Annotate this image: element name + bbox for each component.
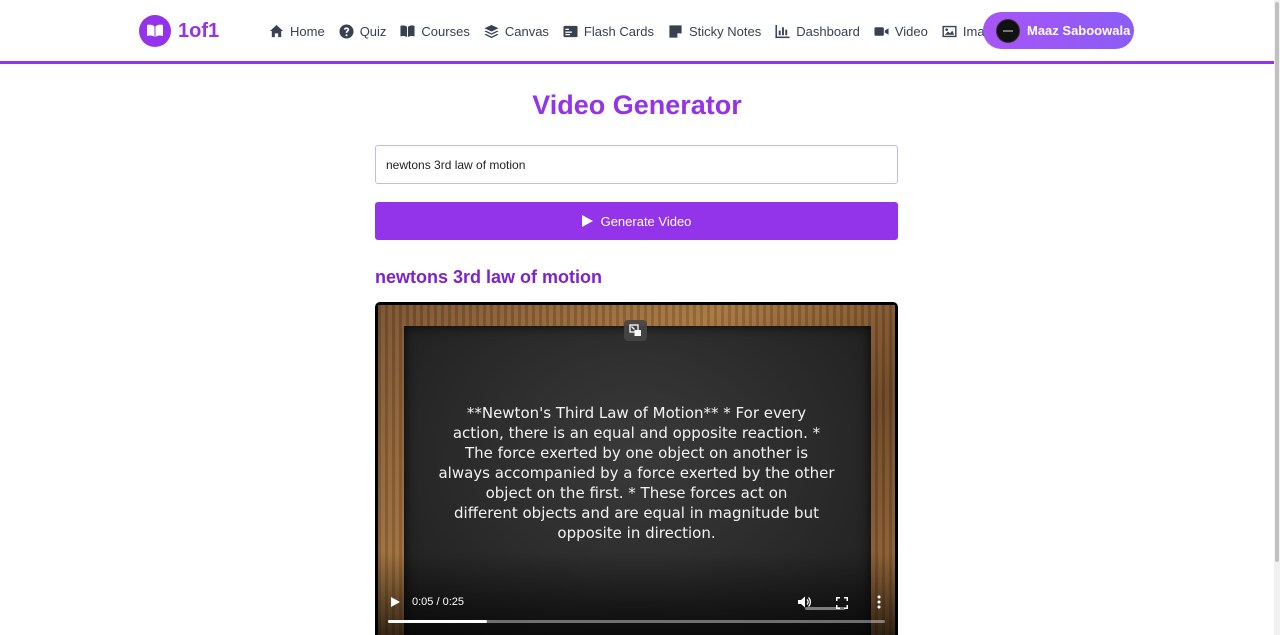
nav-courses[interactable]: Courses	[400, 23, 470, 39]
play-icon	[581, 215, 593, 227]
fullscreen-icon	[836, 597, 848, 609]
nav-video-label: Video	[894, 23, 928, 39]
avatar	[996, 18, 1020, 43]
video-play-button[interactable]	[388, 595, 402, 609]
video-time: 0:05 / 0:25	[412, 596, 464, 608]
picture-in-picture-icon	[629, 324, 641, 336]
image-icon	[942, 25, 957, 37]
nav-canvas-label: Canvas	[504, 23, 549, 39]
page-title: Video Generator	[532, 90, 742, 120]
brand-name: 1of1	[178, 19, 220, 42]
topic-input[interactable]	[375, 145, 898, 184]
nav-home-label: Home	[290, 23, 325, 39]
picture-in-picture-button[interactable]	[624, 320, 647, 341]
video-progress-fill	[388, 620, 488, 623]
user-name: Maaz Saboowala	[1027, 23, 1131, 38]
user-profile-button[interactable]: Maaz Saboowala	[983, 12, 1134, 49]
nav-canvas[interactable]: Canvas	[484, 24, 549, 39]
layers-icon	[484, 24, 499, 38]
nav-quiz-label: Quiz	[359, 23, 387, 39]
more-vertical-icon	[877, 595, 881, 609]
nav-sticky-notes[interactable]: Sticky Notes	[668, 24, 761, 39]
nav-video[interactable]: Video	[874, 24, 928, 39]
play-icon	[391, 597, 400, 607]
nav-links: Home Quiz Courses Canvas Flash Cards Sti…	[269, 20, 1013, 42]
scrollbar-thumb[interactable]	[1275, 2, 1279, 562]
nav-home[interactable]: Home	[269, 24, 325, 39]
top-navbar: 1of1 Home Quiz Courses Canvas Flash Card…	[0, 0, 1274, 64]
question-icon	[339, 23, 354, 39]
board-line: different objects and are equal in magni…	[454, 504, 819, 522]
generate-video-label: Generate Video	[600, 213, 692, 229]
board-line: always accompanied by a force exerted by…	[438, 464, 835, 482]
nav-sticky-notes-label: Sticky Notes	[689, 23, 762, 39]
nav-flash-cards[interactable]: Flash Cards	[563, 24, 654, 39]
fullscreen-button[interactable]	[836, 596, 848, 609]
video-title: newtons 3rd law of motion	[375, 267, 603, 287]
generate-video-button[interactable]: Generate Video	[375, 202, 898, 240]
nav-quiz[interactable]: Quiz	[339, 23, 387, 39]
brand-link[interactable]: 1of1	[139, 15, 219, 47]
book-icon	[400, 24, 415, 37]
nav-dashboard[interactable]: Dashboard	[775, 24, 860, 39]
video-icon	[874, 26, 889, 36]
video-progress-bar[interactable]	[388, 620, 885, 623]
nav-dashboard-label: Dashboard	[796, 23, 860, 39]
nav-courses-label: Courses	[421, 23, 470, 39]
sticky-note-icon	[669, 24, 682, 38]
open-book-logo-icon	[139, 15, 171, 47]
page-scrollbar[interactable]	[1274, 0, 1280, 635]
chalkboard-text: **Newton's Third Law of Motion** * For e…	[378, 403, 895, 543]
board-line: opposite in direction.	[557, 524, 716, 542]
more-options-button[interactable]	[877, 595, 881, 609]
chart-icon	[775, 24, 790, 38]
video-player[interactable]: **Newton's Third Law of Motion** * For e…	[375, 302, 898, 635]
board-line: The force exerted by one object on anoth…	[464, 444, 809, 462]
board-line: action, there is an equal and opposite r…	[452, 424, 821, 442]
cards-icon	[563, 25, 578, 37]
board-line: object on the first. * These forces act …	[485, 484, 788, 502]
board-line: **Newton's Third Law of Motion** * For e…	[466, 404, 807, 422]
home-icon	[269, 24, 284, 37]
nav-flash-cards-label: Flash Cards	[583, 23, 654, 39]
